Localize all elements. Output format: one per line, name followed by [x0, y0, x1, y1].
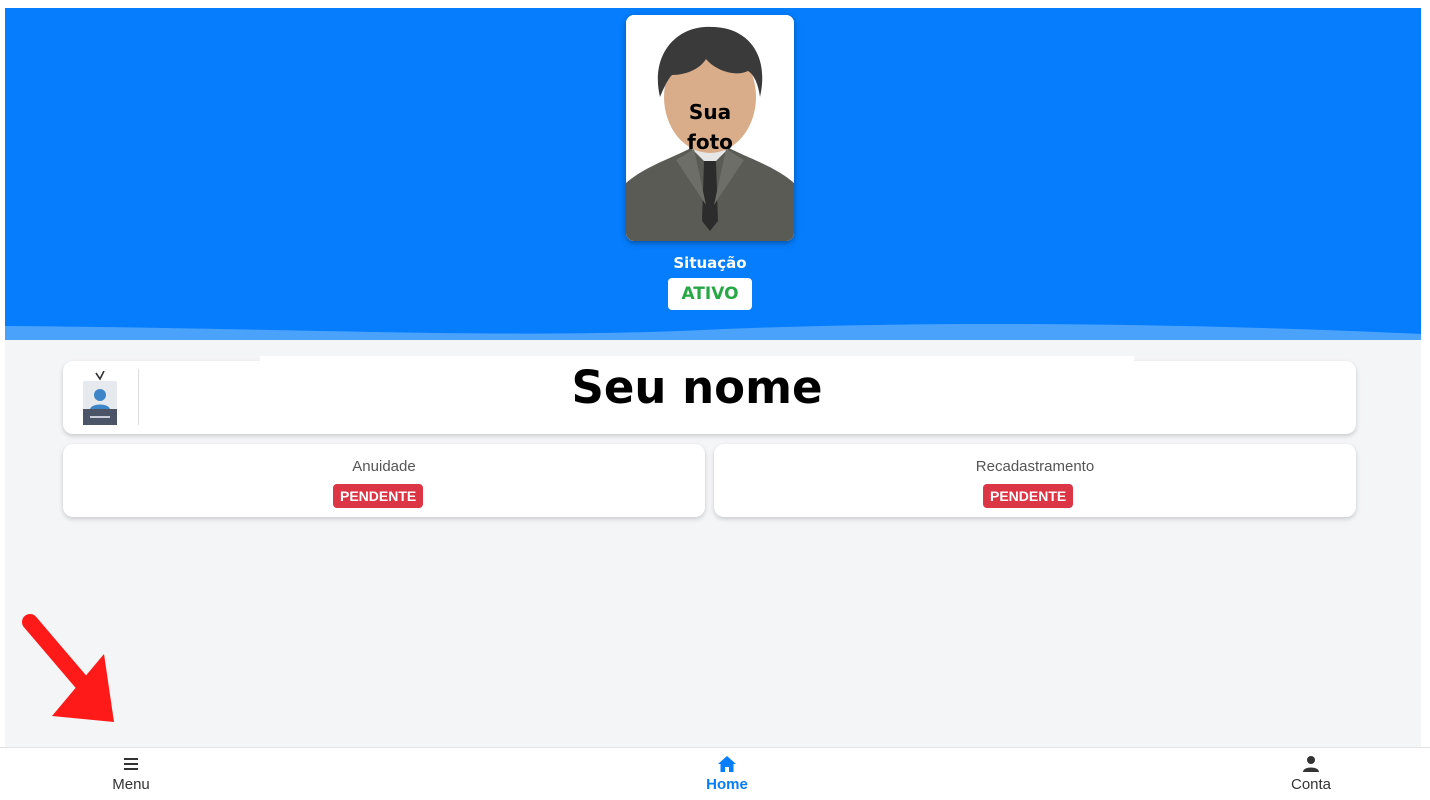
nav-conta-label: Conta [1290, 776, 1332, 793]
recadastramento-status-badge: PENDENTE [983, 484, 1074, 508]
nav-home-button[interactable]: Home [682, 754, 772, 793]
status-label: Situação [673, 254, 747, 272]
nav-menu-label: Menu [112, 776, 150, 793]
anuidade-label: Anuidade [352, 458, 416, 475]
status-badge: ATIVO [668, 278, 752, 310]
nav-conta-button[interactable]: Conta [1266, 754, 1356, 793]
nav-menu-button[interactable]: Menu [86, 754, 176, 793]
anuidade-status-badge: PENDENTE [333, 484, 424, 508]
hamburger-icon [124, 758, 138, 770]
recadastramento-label: Recadastramento [975, 458, 1095, 475]
name-card-divider [138, 369, 139, 425]
anuidade-card[interactable]: Anuidade PENDENTE [63, 444, 705, 517]
id-badge-icon [83, 371, 117, 425]
photo-caption-line1: Sua [688, 100, 732, 124]
user-name: Seu nome [571, 361, 823, 414]
nav-home-label: Home [706, 776, 748, 793]
annotation-arrow-icon [22, 614, 114, 722]
photo-caption: Sua foto [626, 97, 794, 157]
photo-caption-line2: foto [687, 130, 733, 154]
recadastramento-card[interactable]: Recadastramento PENDENTE [714, 444, 1356, 517]
home-icon [718, 756, 736, 772]
bottom-nav: Menu Home Conta [0, 747, 1430, 800]
profile-photo: Sua foto [626, 15, 794, 241]
user-icon [1303, 756, 1319, 772]
